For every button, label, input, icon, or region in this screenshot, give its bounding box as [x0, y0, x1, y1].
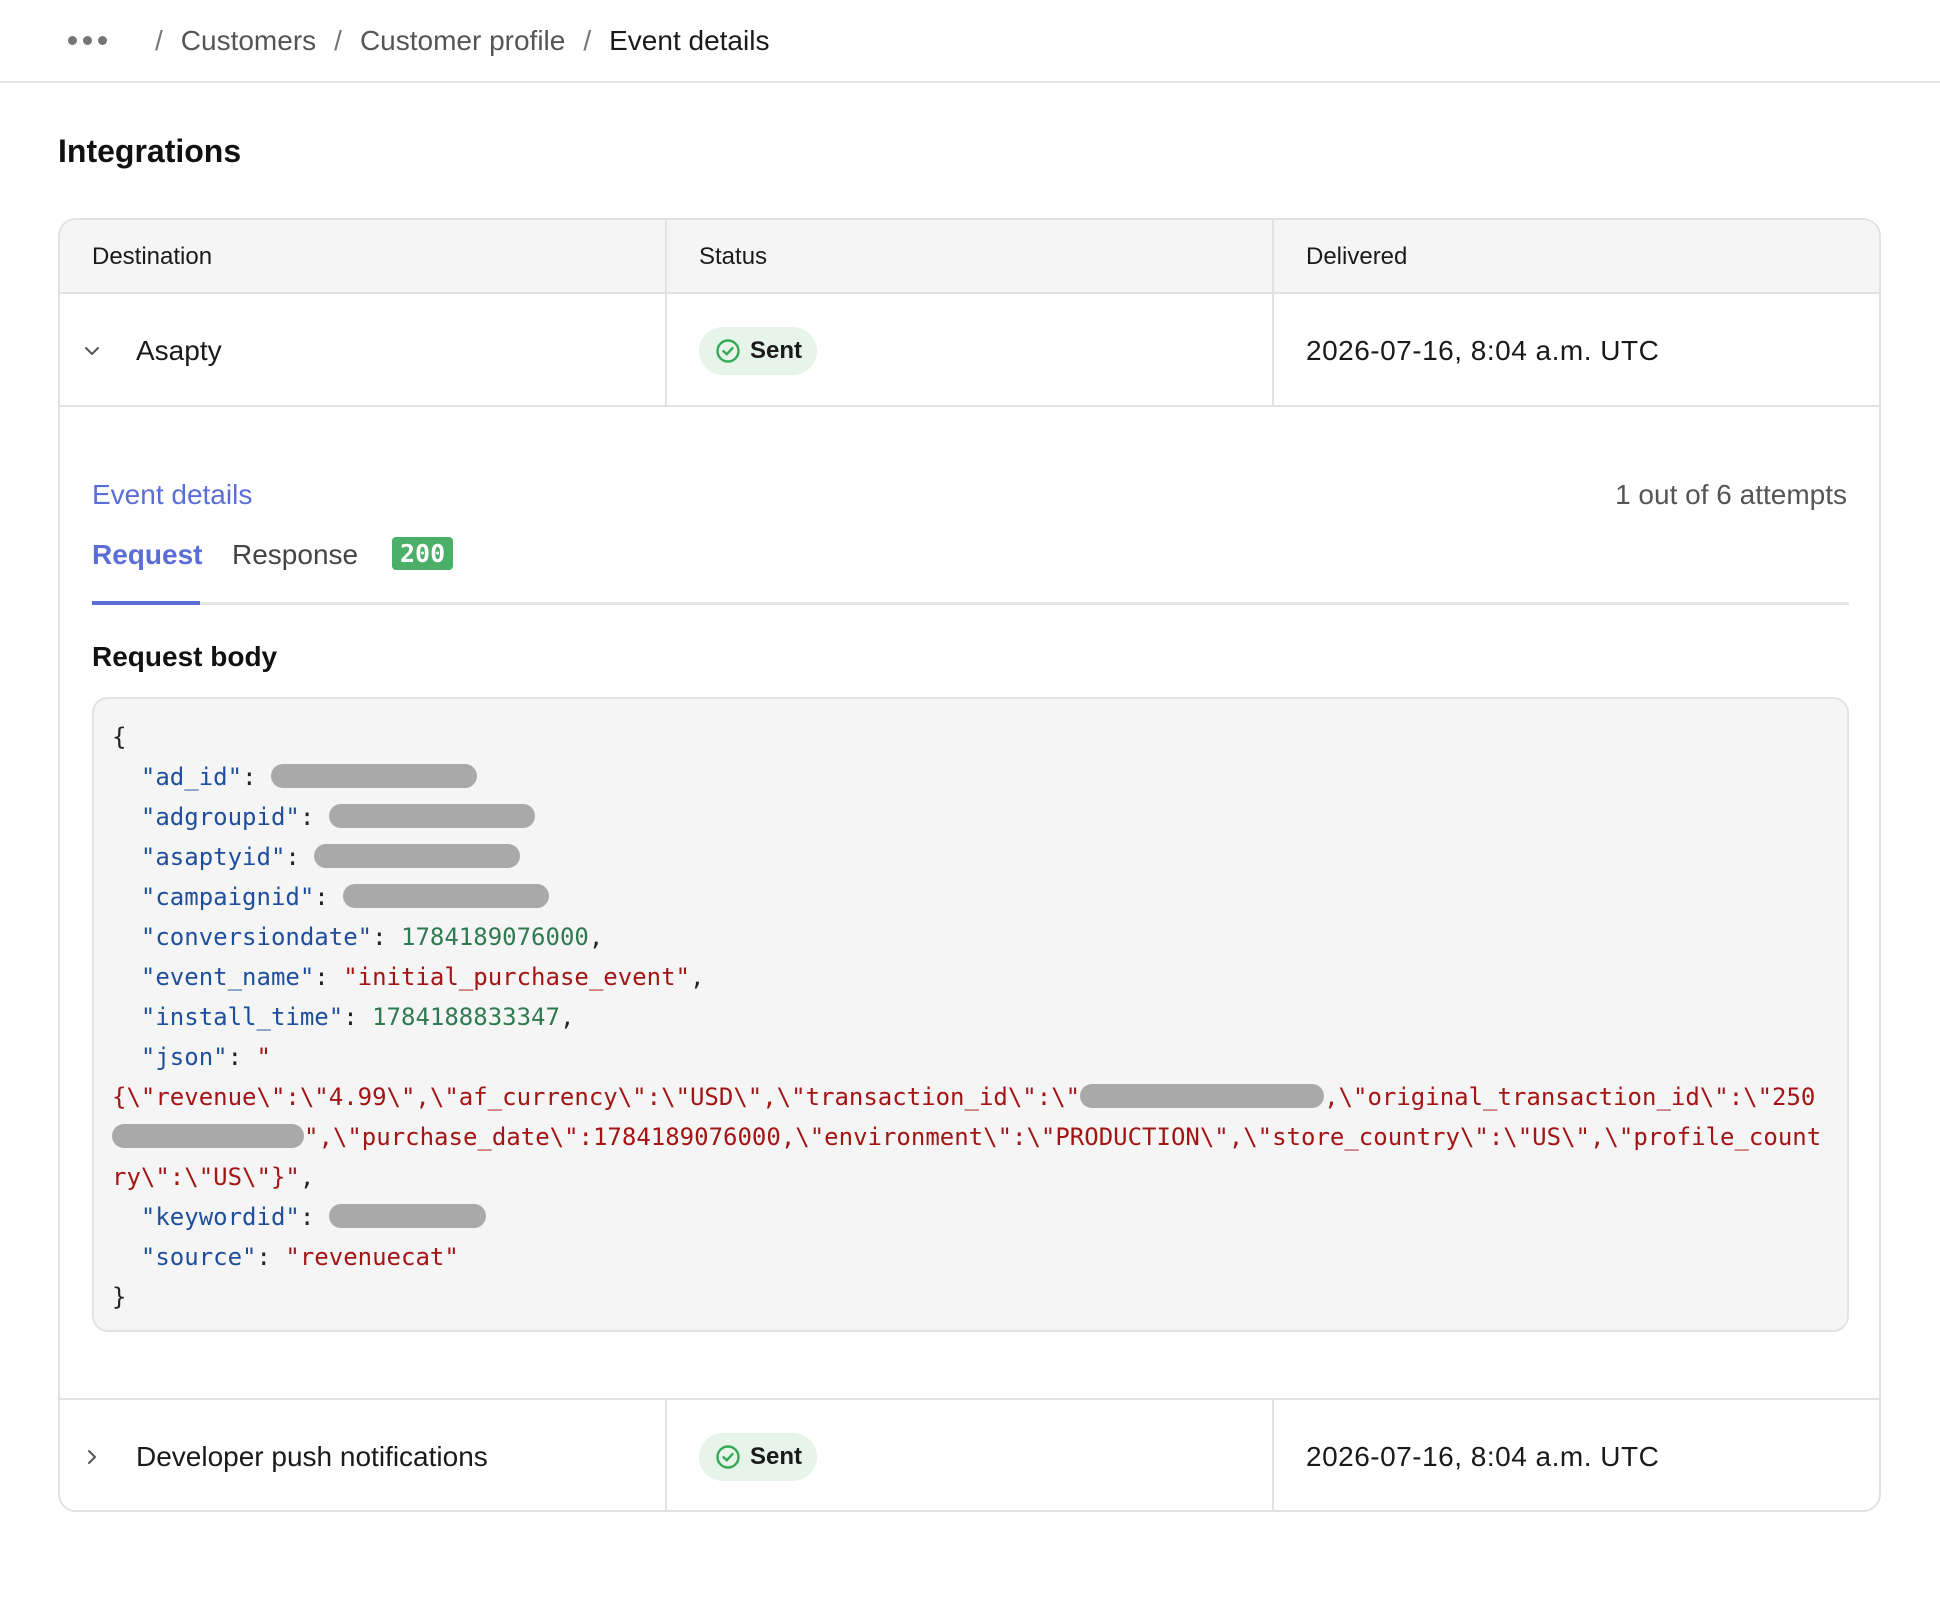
- breadcrumb-customer-profile[interactable]: Customer profile: [360, 25, 565, 57]
- request-body-label: Request body: [92, 641, 278, 672]
- code-line: ry\":\"US\"}",: [112, 1163, 315, 1191]
- code-line: {: [112, 723, 127, 751]
- more-icon[interactable]: [68, 36, 107, 45]
- code-line: "source": "revenuecat": [140, 1243, 459, 1271]
- redacted-value: [343, 884, 550, 908]
- status-cell: Sent: [667, 294, 1274, 407]
- code-line: "campaignid":: [112, 877, 1829, 917]
- status-text: Sent: [750, 1442, 803, 1470]
- destination-name: Developer push notifications: [136, 1440, 488, 1472]
- destination-cell: Developer push notifications: [60, 1400, 667, 1510]
- code-line: "conversiondate": 1784189076000,: [140, 923, 604, 951]
- code-line: "event_name": "initial_purchase_event",: [140, 963, 705, 991]
- status-text: Sent: [750, 336, 803, 364]
- breadcrumb-separator: /: [334, 24, 342, 56]
- redacted-value: [1080, 1084, 1325, 1108]
- breadcrumb-event-details: Event details: [609, 24, 770, 56]
- tab-response[interactable]: Response: [232, 539, 358, 571]
- breadcrumb-separator: /: [155, 24, 163, 56]
- status-badge: Sent: [699, 1432, 818, 1481]
- destination-cell: Asapty: [60, 294, 667, 407]
- delivered-cell: 2026-07-16, 8:04 a.m. UTC: [1306, 334, 1660, 366]
- breadcrumb: / Customers / Customer profile / Event d…: [0, 0, 1940, 83]
- code-line: "asaptyid":: [112, 837, 1829, 877]
- table-row[interactable]: Asapty Sent 2026-07-16, 8:04 a.m. UTC: [60, 294, 1879, 407]
- chevron-right-icon[interactable]: [80, 1445, 104, 1469]
- code-line: "json": ": [140, 1043, 271, 1071]
- code-line: "ad_id":: [112, 757, 1829, 797]
- code-line: "install_time": 1784188833347,: [140, 1003, 575, 1031]
- request-response-tabs: Request Response 200: [92, 537, 1849, 605]
- redacted-value: [270, 764, 477, 788]
- check-circle-icon: [716, 1444, 740, 1469]
- request-body-code[interactable]: { "ad_id": "adgroupid": "asaptyid": "cam…: [92, 697, 1849, 1332]
- breadcrumb-customers[interactable]: Customers: [181, 25, 316, 57]
- delivered-cell: 2026-07-16, 8:04 a.m. UTC: [1306, 1440, 1660, 1472]
- code-line: "adgroupid":: [112, 797, 1829, 837]
- response-status-code: 200: [392, 537, 454, 570]
- page-title: Integrations: [58, 133, 242, 169]
- redacted-value: [328, 1204, 486, 1228]
- redacted-value: [328, 804, 535, 828]
- code-line: ",\"purchase_date\":1784189076000,\"envi…: [112, 1117, 1829, 1157]
- redacted-value: [314, 844, 521, 868]
- column-header-delivered: Delivered: [1306, 243, 1408, 270]
- integrations-table: Destination Status Delivered Asapty Sent…: [58, 218, 1881, 1512]
- status-badge: Sent: [699, 326, 818, 375]
- chevron-down-icon[interactable]: [80, 339, 104, 363]
- attempts-count: 1 out of 6 attempts: [1615, 479, 1847, 510]
- table-row[interactable]: Developer push notifications Sent 2026-0…: [60, 1398, 1879, 1510]
- table-header: Destination Status Delivered: [60, 220, 1879, 294]
- column-header-status: Status: [667, 220, 1274, 294]
- column-header-destination: Destination: [60, 220, 667, 294]
- breadcrumb-separator: /: [583, 24, 592, 56]
- event-details-panel: Event details 1 out of 6 attempts Reques…: [60, 409, 1879, 1398]
- redacted-value: [112, 1124, 304, 1148]
- tab-request[interactable]: Request: [92, 539, 202, 605]
- destination-name: Asapty: [136, 334, 222, 366]
- code-line: {\"revenue\":\"4.99\",\"af_currency\":\"…: [112, 1083, 1816, 1111]
- event-details-link[interactable]: Event details: [92, 479, 252, 511]
- code-line: }: [112, 1283, 127, 1311]
- status-cell: Sent: [667, 1400, 1274, 1510]
- check-circle-icon: [716, 338, 740, 363]
- code-line: "keywordid":: [112, 1197, 1829, 1237]
